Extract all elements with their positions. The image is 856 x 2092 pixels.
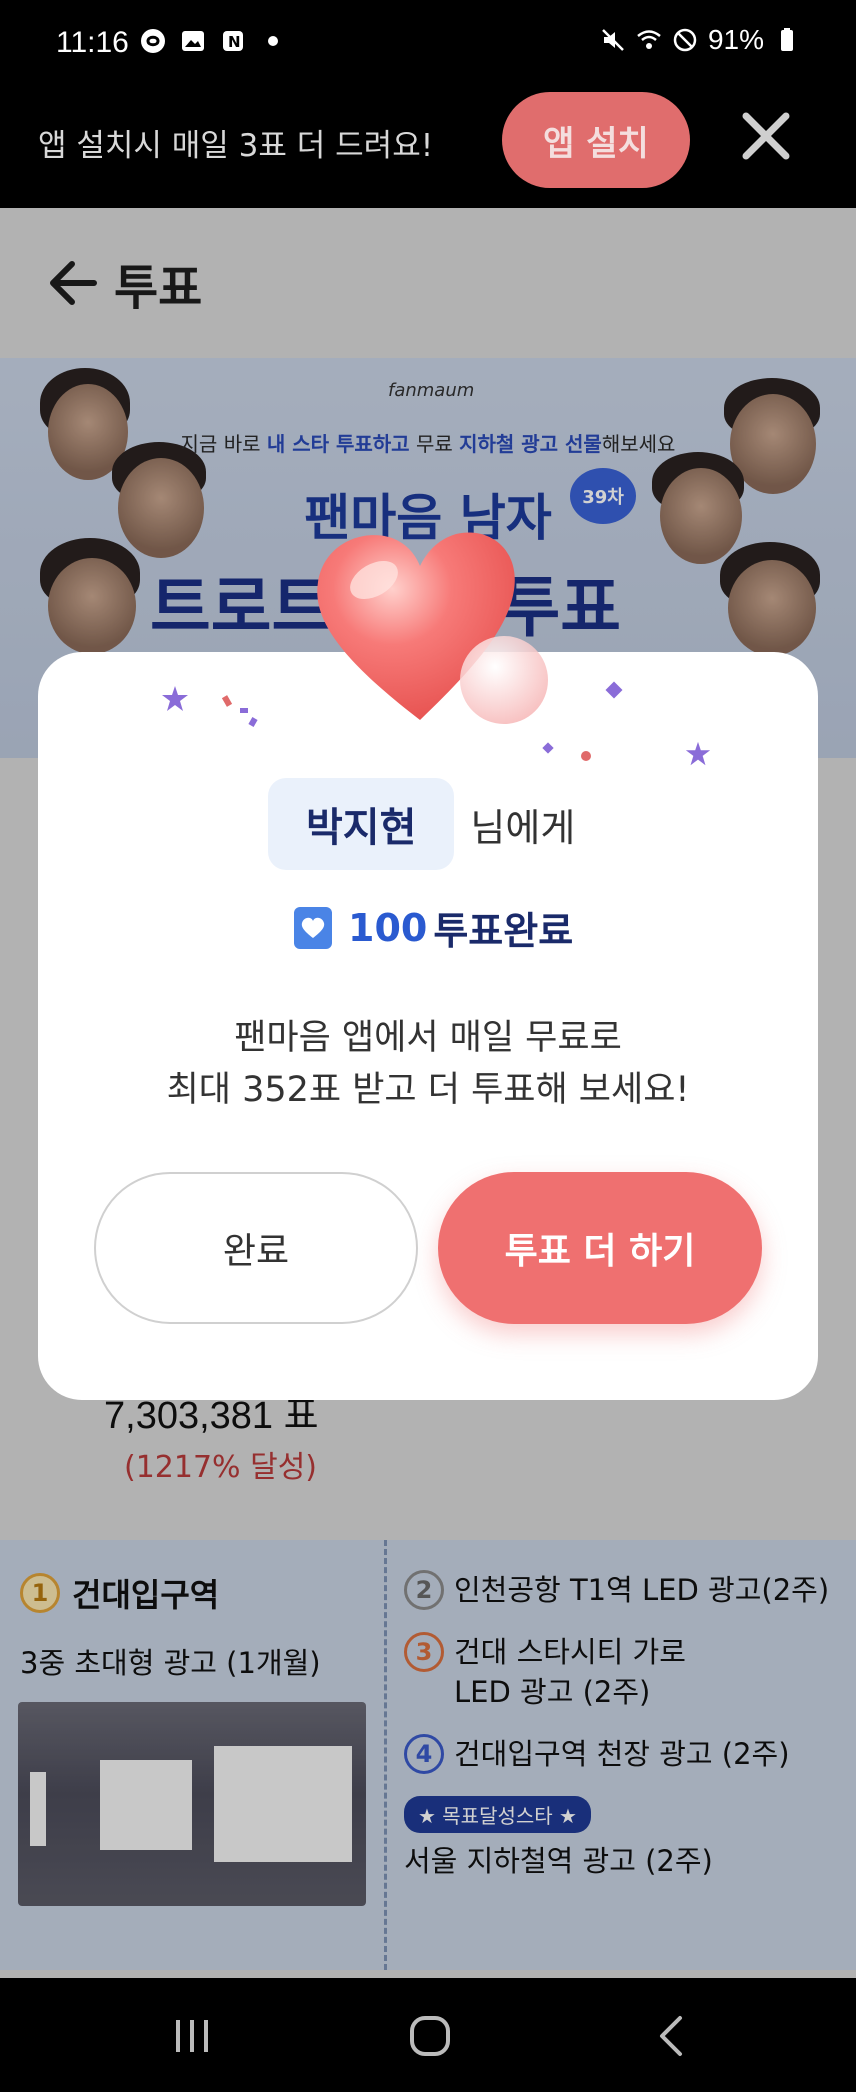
confetti-icon [222,695,258,727]
confetti-star-icon [162,686,188,711]
vote-done-label: 투표완료 [433,909,574,953]
status-right: 91% [600,24,800,56]
vote-result: 100 투표완료 [294,900,573,955]
gallery-icon [182,31,204,51]
dot-icon [268,36,278,46]
mute-icon [602,29,624,51]
close-icon[interactable] [740,110,792,162]
status-bar: 11:16 N 91% [0,0,856,90]
vote-count: 100 [348,905,428,950]
vote-more-button[interactable]: 투표 더 하기 [438,1172,762,1324]
status-left-icons: N [140,28,286,54]
confetti-star-icon [685,741,711,766]
svg-text:N: N [228,33,241,51]
complete-button[interactable]: 완료 [94,1172,418,1324]
recent-apps-icon[interactable] [164,2008,220,2064]
system-nav-bar [0,1978,856,2092]
install-banner-text: 앱 설치시 매일 3표 더 드려요! [38,128,434,164]
recipient-name: 박지현 [268,778,455,870]
wifi-icon [637,30,661,49]
recipient-suffix: 님에게 [470,805,576,850]
status-time: 11:16 [56,26,129,59]
notification-n-icon: N [223,31,243,51]
recipient: 박지현 님에게 [268,778,575,870]
dialog-message-line1: 팬마음 앱에서 매일 무료로 [234,1018,622,1058]
heart-icon [317,532,548,724]
dialog-message-line2: 최대 352표 받고 더 투표해 보세요! [166,1070,690,1110]
back-icon[interactable] [644,2008,700,2064]
home-icon[interactable] [402,2008,458,2064]
dialog-message: 팬마음 앱에서 매일 무료로 최대 352표 받고 더 투표해 보세요! [38,1012,818,1116]
install-banner: 앱 설치시 매일 3표 더 드려요! 앱 설치 [0,90,856,208]
confetti-icon [605,681,623,699]
s-pay-icon [141,29,165,53]
do-not-disturb-icon [673,28,697,52]
battery-icon [781,28,793,51]
install-app-button[interactable]: 앱 설치 [502,92,690,188]
battery-percent: 91% [707,24,764,55]
vote-ticket-icon [294,906,332,949]
